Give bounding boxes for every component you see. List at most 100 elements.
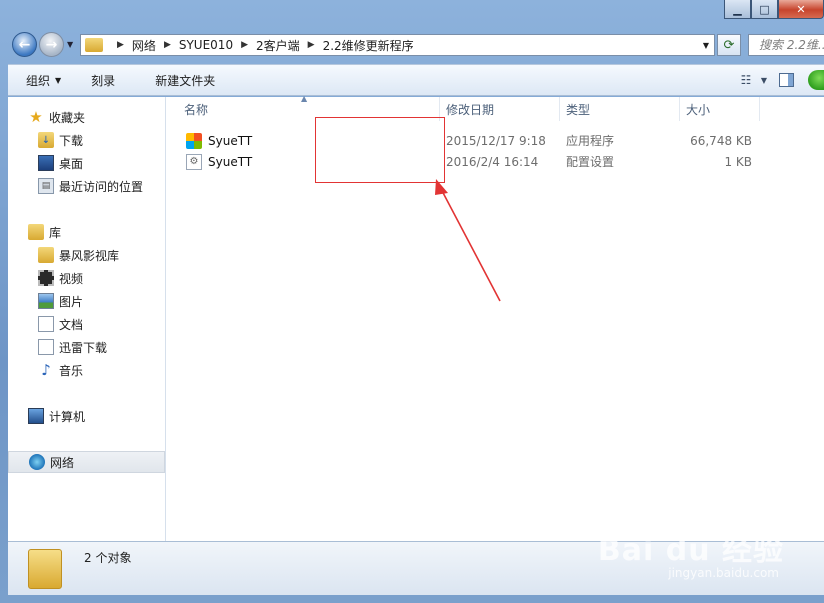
nav-label: 计算机 <box>49 409 86 424</box>
nav-pictures[interactable]: 图片 <box>8 290 165 312</box>
item-count: 2 个对象 <box>84 551 132 565</box>
column-label: 类型 <box>566 102 591 117</box>
table-row[interactable]: SyueTT 2015/12/17 9:18 应用程序 66,748 KB <box>166 130 760 151</box>
column-label: 名称 <box>184 102 209 117</box>
address-bar[interactable]: ▶ 网络 ▶ SYUE010 ▶ 2客户端 ▶ 2.2维修更新程序 ▼ <box>80 34 715 56</box>
chevron-right-icon[interactable]: ▶ <box>241 40 248 50</box>
breadcrumb-client[interactable]: 2客户端 <box>256 37 300 54</box>
column-header: ▲ 名称 修改日期 类型 大小 <box>166 94 824 121</box>
chevron-right-icon[interactable]: ▶ <box>164 40 171 50</box>
baidu-watermark: Bai du 经验 <box>597 533 784 568</box>
column-type[interactable]: 类型 <box>560 97 680 121</box>
baidu-watermark-url: jingyan.baidu.com <box>668 566 779 580</box>
burn-label: 刻录 <box>91 73 116 88</box>
burn-button[interactable]: 刻录 <box>73 72 127 89</box>
chevron-down-icon[interactable]: ▼ <box>757 72 771 88</box>
address-dropdown-icon[interactable]: ▼ <box>698 41 714 50</box>
organize-button[interactable]: 组织 ▼ <box>8 72 73 89</box>
computer-icon <box>28 408 44 424</box>
recent-places-icon: ▤ <box>38 178 54 194</box>
new-folder-label: 新建文件夹 <box>155 73 216 88</box>
breadcrumb-syue010[interactable]: SYUE010 <box>179 38 233 52</box>
nav-network[interactable]: 网络 <box>8 451 165 473</box>
arrow-left-icon: ← <box>18 36 31 53</box>
nav-xunlei[interactable]: 迅雷下载 <box>8 336 165 358</box>
desktop-icon <box>38 155 54 171</box>
folder-icon <box>85 38 103 52</box>
nav-downloads[interactable]: ↓ 下载 <box>8 129 165 151</box>
preview-pane-icon[interactable] <box>779 73 794 87</box>
file-type: 应用程序 <box>566 134 615 148</box>
file-date: 2015/12/17 9:18 <box>446 133 546 148</box>
table-row[interactable]: ⚙ SyueTT 2016/2/4 16:14 配置设置 1 KB <box>166 151 760 172</box>
refresh-button[interactable]: ⟳ <box>717 34 741 56</box>
library-icon <box>28 224 44 240</box>
breadcrumb-network[interactable]: 网络 <box>132 37 156 54</box>
column-size[interactable]: 大小 <box>680 97 760 121</box>
sort-up-icon: ▲ <box>301 94 308 103</box>
chevron-right-icon[interactable]: ▶ <box>117 40 124 50</box>
nav-label: 收藏夹 <box>49 110 86 125</box>
nav-label: 网络 <box>50 455 75 470</box>
nav-baofeng[interactable]: 暴风影视库 <box>8 244 165 266</box>
nav-music[interactable]: ♪ 音乐 <box>8 359 165 381</box>
highlight-box <box>315 117 445 183</box>
chevron-down-icon: ▼ <box>55 75 62 85</box>
minimize-button[interactable]: ▁ <box>724 0 751 19</box>
nav-label: 库 <box>49 225 62 240</box>
file-name: SyueTT <box>208 154 253 169</box>
nav-libraries[interactable]: 库 <box>8 221 165 243</box>
nav-label: 视频 <box>59 271 84 286</box>
column-date[interactable]: 修改日期 <box>440 97 560 121</box>
app-icon <box>186 132 202 149</box>
file-size: 66,748 KB <box>690 133 752 148</box>
view-options-icon[interactable]: ☷ <box>735 72 757 88</box>
caption-buttons: ▁ □ ✕ <box>724 0 824 20</box>
file-list: ▲ 名称 修改日期 类型 大小 SyueTT 2015/12/17 9:18 应… <box>166 94 824 541</box>
film-icon <box>38 270 54 286</box>
command-bar: 组织 ▼ 刻录 新建文件夹 ☷ ▼ <box>8 64 824 96</box>
explorer-window: ▁ □ ✕ ← → ▼ ▶ 网络 ▶ SYUE010 ▶ 2客户端 ▶ 2.2维… <box>0 0 824 603</box>
history-dropdown-icon[interactable]: ▼ <box>67 40 77 50</box>
config-icon: ⚙ <box>186 153 202 170</box>
folder-icon <box>28 548 62 589</box>
column-label: 大小 <box>686 102 711 117</box>
help-icon[interactable] <box>808 70 824 90</box>
nav-computer[interactable]: 计算机 <box>8 405 165 427</box>
library-folder-icon <box>38 247 54 263</box>
breadcrumb-update[interactable]: 2.2维修更新程序 <box>323 37 414 54</box>
navigation-pane: ★ 收藏夹 ↓ 下载 桌面 ▤ 最近访问的位置 库 暴风影视库 视频 图片 文档… <box>8 97 166 541</box>
back-button[interactable]: ← <box>12 32 37 57</box>
forward-button[interactable]: → <box>39 32 64 57</box>
close-button[interactable]: ✕ <box>778 0 824 19</box>
nav-recent[interactable]: ▤ 最近访问的位置 <box>8 175 165 197</box>
content-area: ★ 收藏夹 ↓ 下载 桌面 ▤ 最近访问的位置 库 暴风影视库 视频 图片 文档… <box>8 94 824 541</box>
nav-documents[interactable]: 文档 <box>8 313 165 335</box>
maximize-button[interactable]: □ <box>751 0 778 19</box>
network-icon <box>29 454 45 470</box>
nav-label: 下载 <box>59 133 84 148</box>
search-input[interactable]: 搜索 2.2维... <box>748 34 824 56</box>
nav-videos[interactable]: 视频 <box>8 267 165 289</box>
nav-label: 迅雷下载 <box>59 340 108 355</box>
file-type: 配置设置 <box>566 155 615 169</box>
navigation-row: ← → ▼ ▶ 网络 ▶ SYUE010 ▶ 2客户端 ▶ 2.2维修更新程序 … <box>8 30 824 60</box>
download-library-icon <box>38 339 54 355</box>
file-size: 1 KB <box>724 154 752 169</box>
nav-label: 音乐 <box>59 363 84 378</box>
nav-label: 桌面 <box>59 156 84 171</box>
music-note-icon: ♪ <box>41 361 51 379</box>
document-icon <box>38 316 54 332</box>
nav-desktop[interactable]: 桌面 <box>8 152 165 174</box>
new-folder-button[interactable]: 新建文件夹 <box>127 72 227 89</box>
nav-label: 最近访问的位置 <box>59 179 144 194</box>
nav-favorites[interactable]: ★ 收藏夹 <box>8 106 165 128</box>
arrow-right-icon: → <box>45 36 58 53</box>
download-folder-icon: ↓ <box>38 132 54 148</box>
file-date: 2016/2/4 16:14 <box>446 154 539 169</box>
column-label: 修改日期 <box>446 102 495 117</box>
star-icon: ★ <box>29 108 43 126</box>
picture-icon <box>38 293 54 309</box>
annotation-arrow <box>435 179 501 302</box>
chevron-right-icon[interactable]: ▶ <box>308 40 315 50</box>
